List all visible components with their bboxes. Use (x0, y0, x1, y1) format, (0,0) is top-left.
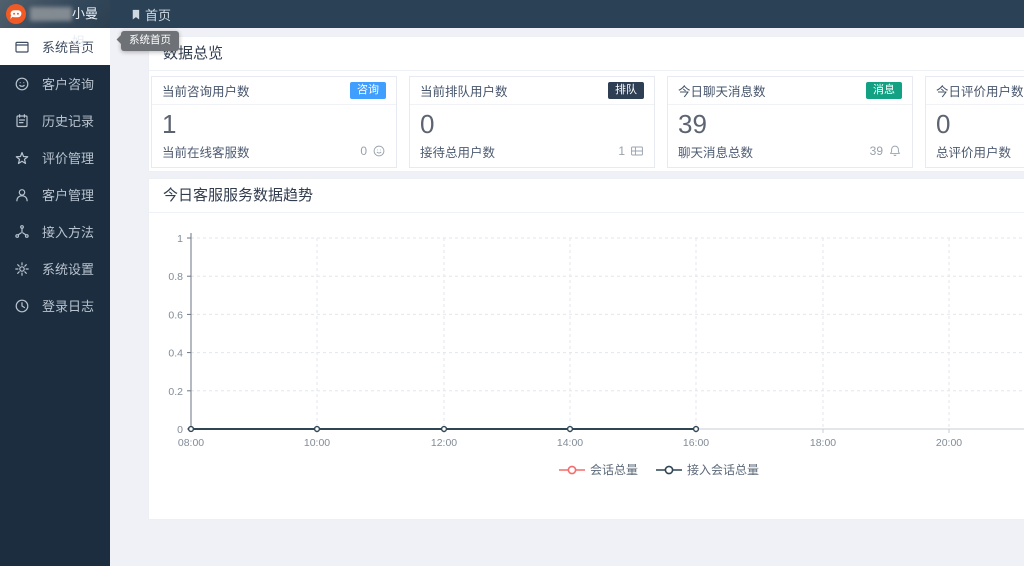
sidebar-item-customer-manage[interactable]: 客户管理 (0, 176, 110, 213)
status-badge: 咨询 (350, 82, 386, 99)
sidebar-item-review-manage[interactable]: 评价管理 (0, 139, 110, 176)
stat-card-label: 今日评价用户数 (936, 85, 1024, 99)
brand-area: 小曼姐 (0, 0, 110, 49)
data-point (440, 425, 448, 433)
sidebar-item-label: 客户管理 (42, 188, 95, 203)
stat-card-consulting-users: 当前咨询用户数 咨询 1 当前在线客服数 0 (151, 76, 397, 168)
stat-card-label: 今日聊天消息数 (678, 85, 766, 99)
tab-home-label: 首页 (145, 7, 172, 23)
tooltip-system-home: 系统首页 (121, 31, 179, 51)
legend-label: 会话总量 (589, 463, 638, 477)
notebook-icon (14, 113, 30, 129)
sidebar-item-label: 登录日志 (42, 299, 95, 314)
sidebar-item-label: 历史记录 (42, 114, 95, 129)
stat-card-chat-messages: 今日聊天消息数 消息 39 聊天消息总数 39 (667, 76, 913, 168)
user-name: 小曼姐 (72, 6, 99, 49)
legend-label: 接入会话总量 (687, 463, 760, 477)
data-point (187, 425, 195, 433)
sidebar-item-label: 评价管理 (42, 151, 95, 166)
legend-marker-icon (656, 465, 682, 474)
x-tick-label: 20:00 (936, 437, 962, 449)
stat-card-footer-value: 0 (360, 144, 367, 159)
status-badge: 消息 (866, 82, 902, 99)
star-icon (14, 150, 30, 166)
bookmark-icon (132, 9, 140, 20)
stat-card-label: 当前咨询用户数 (162, 85, 250, 99)
stat-card-value: 0 (936, 109, 951, 139)
stat-card-value: 39 (678, 109, 707, 139)
x-tick-label: 08:00 (178, 437, 204, 449)
x-tick-label: 16:00 (683, 437, 709, 449)
chart-panel-title: 今日客服服务数据趋势 (149, 179, 1024, 213)
sidebar-item-login-log[interactable]: 登录日志 (0, 287, 110, 324)
sidebar-item-history[interactable]: 历史记录 (0, 102, 110, 139)
chat-smiley-icon (373, 145, 385, 157)
chart-legend: 会话总量 接入会话总量 (149, 461, 1024, 478)
stat-card-footer-value: 39 (869, 144, 883, 159)
x-tick-label: 12:00 (431, 437, 457, 449)
tab-home[interactable]: 首页 (122, 0, 179, 28)
overview-panel-title: 数据总览 (149, 37, 1024, 71)
sidebar-item-access-method[interactable]: 接入方法 (0, 213, 110, 250)
status-badge: 排队 (608, 82, 644, 99)
stat-cards-row: 当前咨询用户数 咨询 1 当前在线客服数 0 当前排队用户数 排队 0 接待总用… (151, 76, 1024, 168)
x-tick-label: 18:00 (810, 437, 836, 449)
id-card-icon (631, 146, 643, 156)
stat-card-footer-label: 聊天消息总数 (678, 145, 754, 160)
sidebar-item-label: 客户咨询 (42, 77, 95, 92)
chat-smiley-icon (14, 76, 30, 92)
stat-card-queued-users: 当前排队用户数 排队 0 接待总用户数 1 (409, 76, 655, 168)
overview-panel: 数据总览 当前咨询用户数 咨询 1 当前在线客服数 0 当前排队用户数 排队 0 (148, 36, 1024, 172)
chart-panel: 今日客服服务数据趋势 1 0.8 0.6 0.4 0.2 0 08:00 10:… (148, 178, 1024, 520)
y-tick-label: 1 (177, 233, 183, 245)
stat-card-footer-label: 当前在线客服数 (162, 145, 250, 160)
top-navbar: 小曼姐 首页 (0, 0, 1024, 49)
y-tick-label: 0.2 (168, 386, 183, 398)
sidebar-item-system-home[interactable]: 系统首页 (0, 28, 110, 65)
stat-card-value: 0 (420, 109, 435, 139)
sidebar-item-label: 系统设置 (42, 262, 95, 277)
legend-item-connected-sessions-total[interactable]: 接入会话总量 (656, 461, 759, 478)
stat-card-footer-value: 1 (618, 144, 625, 159)
sidebar-item-customer-consult[interactable]: 客户咨询 (0, 65, 110, 102)
y-tick-label: 0.8 (168, 271, 183, 283)
x-tick-label: 14:00 (557, 437, 583, 449)
gear-icon (14, 261, 30, 277)
data-point (692, 425, 700, 433)
stat-card-value: 1 (162, 109, 177, 139)
data-point (566, 425, 574, 433)
y-tick-label: 0.6 (168, 309, 183, 321)
stat-card-label: 当前排队用户数 (420, 85, 508, 99)
stat-card-footer-label: 总评价用户数 (936, 145, 1012, 160)
sidebar: 系统首页 客户咨询 历史记录 评价管理 客户管理 接入方法 系统设置 登录日志 (0, 28, 110, 566)
stat-card-footer-label: 接待总用户数 (420, 145, 496, 160)
sidebar-item-system-settings[interactable]: 系统设置 (0, 250, 110, 287)
sidebar-item-label: 系统首页 (42, 40, 95, 55)
api-icon (14, 224, 30, 240)
tooltip-text: 系统首页 (129, 34, 171, 46)
bell-icon (890, 145, 900, 157)
data-point (313, 425, 321, 433)
clock-icon (14, 298, 30, 314)
legend-marker-icon (558, 465, 585, 474)
window-icon (14, 39, 30, 55)
stat-card-review-users: 今日评价用户数 0 总评价用户数 (925, 76, 1024, 168)
y-tick-label: 0 (177, 424, 183, 436)
app-logo-icon (6, 4, 26, 24)
sidebar-item-label: 接入方法 (42, 225, 95, 240)
redacted-brand-name (30, 7, 72, 21)
legend-item-sessions-total[interactable]: 会话总量 (558, 461, 638, 478)
x-tick-label: 10:00 (304, 437, 330, 449)
user-icon (14, 187, 30, 203)
y-tick-label: 0.4 (168, 348, 183, 360)
